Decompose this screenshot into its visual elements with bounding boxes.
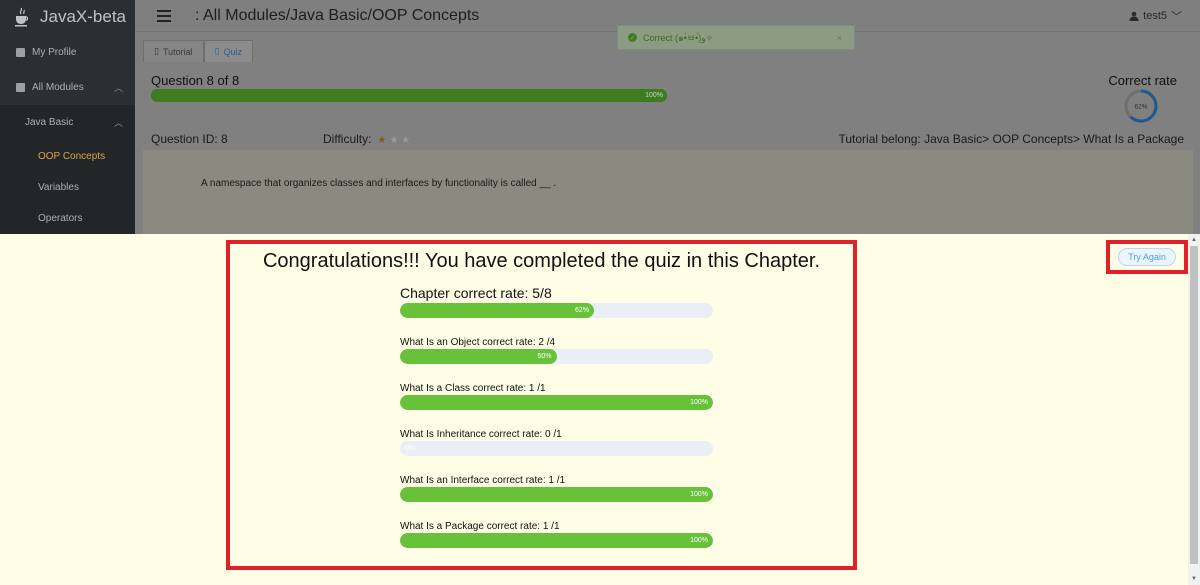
menu-toggle-icon[interactable] xyxy=(157,9,171,22)
sidebar-item-variables[interactable]: Variables xyxy=(0,170,135,204)
scroll-down-icon[interactable]: ▼ xyxy=(1190,575,1198,583)
sidebar-item-label: My Profile xyxy=(32,46,77,58)
chevron-up-icon: ︿ xyxy=(113,82,123,93)
quiz-progress-bar: 100% xyxy=(151,89,667,102)
user-menu[interactable]: test5 ﹀ xyxy=(1129,8,1182,24)
correct-rate-donut: 62% xyxy=(1124,89,1158,123)
topic-progress-label: 100% xyxy=(690,491,708,498)
topic-progress-bar: 100% xyxy=(400,395,713,410)
quiz-progress-fill: 100% xyxy=(151,89,667,102)
tutorial-belong: Tutorial belong: Java Basic> OOP Concept… xyxy=(838,132,1184,146)
sidebar-item-all-modules[interactable]: All Modules ︿ xyxy=(0,70,135,104)
username: test5 xyxy=(1143,10,1167,22)
congratulations-heading: Congratulations!!! You have completed th… xyxy=(262,250,821,272)
topic-progress-label: 100% xyxy=(690,399,708,406)
sidebar-item-java-basic[interactable]: Java Basic ︿ xyxy=(0,105,135,139)
check-circle-icon: ✓ xyxy=(628,33,637,42)
question-counter: Question 8 of 8 xyxy=(151,73,240,88)
topic-progress-bar: 100% xyxy=(400,533,713,548)
sidebar-item-label: All Modules xyxy=(32,81,84,93)
topic-progress-bar: 50% xyxy=(400,349,713,364)
difficulty-label: Difficulty: xyxy=(323,132,372,146)
app-title: JavaX-beta xyxy=(40,7,126,26)
sidebar-item-label: Operators xyxy=(38,212,83,224)
try-again-button[interactable]: Try Again xyxy=(1118,248,1176,266)
close-icon[interactable]: × xyxy=(837,33,842,43)
topic-progress-bar: 0% xyxy=(400,441,713,456)
topic-correct-rate-label: What Is an Object correct rate: 2 /4 xyxy=(400,337,556,348)
app-logo[interactable]: JavaX-beta xyxy=(0,0,135,34)
sidebar-item-label: Variables xyxy=(38,181,79,193)
topic-correct-rate-label: What Is a Package correct rate: 1 /1 xyxy=(400,521,560,532)
topic-correct-rate-label: What Is an Interface correct rate: 1 /1 xyxy=(400,475,566,486)
quiz-progress-label: 100% xyxy=(645,92,663,99)
difficulty-stars: ★ ★ ★ xyxy=(377,132,413,146)
topic-progress-fill: 100% xyxy=(400,533,713,548)
sidebar-item-label: Java Basic xyxy=(25,116,74,128)
topic-progress-bar: 100% xyxy=(400,487,713,502)
topic-progress-label: 50% xyxy=(537,353,552,360)
tab-tutorial[interactable]: ▯ Tutorial xyxy=(143,40,204,62)
scrollbar-thumb[interactable] xyxy=(1190,246,1198,564)
star-icon: ★ xyxy=(389,135,399,146)
sidebar-item-oop-concepts[interactable]: OOP Concepts xyxy=(0,139,135,173)
sidebar-item-operators[interactable]: Operators xyxy=(0,201,135,234)
java-cup-icon xyxy=(15,7,29,27)
topic-progress-label: 0% xyxy=(405,445,416,452)
sidebar-item-my-profile[interactable]: My Profile xyxy=(0,35,135,69)
topic-progress-fill: 50% xyxy=(400,349,557,364)
chapter-correct-rate-label: Chapter correct rate: 5/8 xyxy=(400,285,552,301)
document-icon xyxy=(16,82,25,92)
topic-progress-fill: 100% xyxy=(400,487,713,502)
tab-label: Tutorial xyxy=(162,46,193,57)
tab-label: Quiz xyxy=(223,46,243,57)
scrollbar[interactable]: ▲ ▼ xyxy=(1188,234,1200,585)
tab-quiz[interactable]: ▯ Quiz xyxy=(203,40,254,62)
question-box: A namespace that organizes classes and i… xyxy=(143,150,1193,234)
topic-progress-label: 100% xyxy=(690,537,708,544)
breadcrumb: : All Modules/Java Basic/OOP Concepts xyxy=(195,6,480,24)
sidebar: JavaX-beta My Profile All Modules ︿ Java… xyxy=(0,0,135,234)
main-content: : All Modules/Java Basic/OOP Concepts te… xyxy=(135,0,1200,234)
user-icon xyxy=(1129,11,1139,21)
star-icon: ★ xyxy=(377,135,387,146)
tab-bar: ▯ Tutorial ▯ Quiz xyxy=(143,40,254,62)
question-text: A namespace that organizes classes and i… xyxy=(201,178,557,189)
book-icon: ▯ xyxy=(154,46,159,56)
chevron-down-icon: ﹀ xyxy=(1171,11,1182,23)
chapter-progress-bar: 62% xyxy=(400,303,713,318)
try-again-highlight: Try Again xyxy=(1106,240,1188,274)
sidebar-item-label: OOP Concepts xyxy=(38,150,106,162)
toast-message: Correct (๑•̀ㅂ•́)و✧ xyxy=(643,32,714,43)
star-icon: ★ xyxy=(401,135,411,146)
chevron-up-icon: ︿ xyxy=(113,117,123,128)
chapter-progress-fill: 62% xyxy=(400,303,595,318)
results-panel: Congratulations!!! You have completed th… xyxy=(226,240,857,570)
topic-correct-rate-label: What Is Inheritance correct rate: 0 /1 xyxy=(400,429,562,440)
difficulty: Difficulty: ★ ★ ★ xyxy=(323,132,413,146)
correct-rate-value: 62% xyxy=(1134,104,1147,111)
checkbox-icon xyxy=(16,47,25,57)
chapter-progress-label: 62% xyxy=(575,307,590,314)
topic-progress-fill: 100% xyxy=(400,395,713,410)
correct-rate-label: Correct rate xyxy=(1108,73,1177,88)
scroll-up-icon[interactable]: ▲ xyxy=(1190,236,1198,244)
quiz-icon: ▯ xyxy=(214,46,220,56)
success-toast: ✓ Correct (๑•̀ㅂ•́)و✧ × xyxy=(617,25,855,50)
topic-correct-rate-label: What Is a Class correct rate: 1 /1 xyxy=(400,383,546,394)
question-id: Question ID: 8 xyxy=(151,132,228,146)
